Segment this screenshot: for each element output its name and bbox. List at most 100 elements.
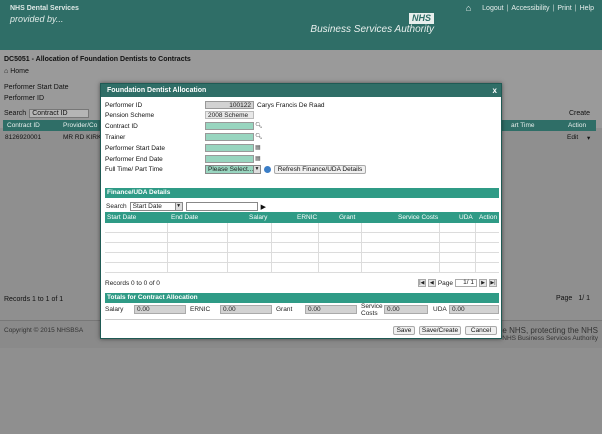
time-select[interactable]: Please Select... ▼	[205, 165, 261, 174]
list-item	[105, 233, 499, 243]
col-start-date[interactable]: Start Date	[107, 214, 136, 221]
next-page-icon[interactable]: ▶	[479, 279, 487, 287]
nav-print[interactable]: Print	[557, 5, 571, 12]
create-link[interactable]: Create	[569, 110, 590, 117]
start-date-input[interactable]	[205, 144, 254, 152]
col-end-date[interactable]: End Date	[171, 214, 198, 221]
list-item	[105, 263, 499, 273]
end-date-input[interactable]	[205, 155, 254, 163]
row-edit-link[interactable]: Edit	[567, 134, 578, 141]
finance-section-title: Finance/UDA Details	[107, 189, 171, 196]
col-uda[interactable]: UDA	[459, 214, 473, 221]
first-page-icon[interactable]: |◀	[417, 279, 426, 287]
search-select[interactable]: Contract ID	[29, 109, 90, 118]
search-icon[interactable]: 🔍︎	[255, 122, 263, 129]
col-action[interactable]: Action	[568, 122, 586, 129]
nhs-logo: NHS	[408, 13, 434, 24]
top-nav: ⌂ Logout | Accessibility | Print | Help	[465, 3, 594, 13]
calendar-icon[interactable]: ▦	[255, 155, 261, 162]
page-search: Search Contract ID	[4, 109, 90, 118]
row-action-dropdown-icon[interactable]: ▾	[587, 134, 590, 142]
finance-grid-header: Start Date End Date Salary ERNIC Grant S…	[105, 212, 499, 223]
performer-start-date-label: Performer Start Date	[4, 84, 69, 91]
finance-search: Search Start Date ▼ ▶	[106, 202, 266, 211]
salary-label: Salary	[105, 306, 124, 313]
page-pager: Page 1/ 1	[556, 295, 590, 302]
nav-accessibility[interactable]: Accessibility	[511, 5, 549, 12]
performer-id-label: Performer ID	[105, 102, 143, 109]
col-salary[interactable]: Salary	[249, 214, 267, 221]
finance-pager: |◀ ◀ Page 1/ 1 ▶ ▶|	[417, 279, 497, 287]
pager-value: 1/ 1	[578, 295, 590, 302]
row-contract-id: 8126920001	[5, 134, 42, 141]
finance-search-label: Search	[106, 203, 127, 210]
prev-page-icon[interactable]: ◀	[427, 279, 436, 287]
refresh-button[interactable]: Refresh Finance/UDA Details	[274, 165, 366, 174]
nav-help[interactable]: Help	[580, 5, 594, 12]
divider	[105, 319, 499, 320]
finance-pager-label: Page	[437, 279, 453, 287]
save-button[interactable]: Save	[393, 326, 415, 335]
last-page-icon[interactable]: ▶|	[489, 279, 497, 287]
finance-search-select-value: Start Date	[132, 203, 162, 210]
col-provider[interactable]: Provider/Co	[63, 122, 97, 129]
ernic-total: 0.00	[220, 305, 272, 314]
performer-id-value: 100122	[205, 101, 254, 109]
service-costs-total: 0.00	[384, 305, 428, 314]
grant-label: Grant	[276, 306, 293, 313]
col-part-time[interactable]: art Time	[511, 122, 534, 129]
finance-search-input[interactable]	[185, 202, 258, 211]
pager-label: Page	[555, 295, 573, 302]
search-icon[interactable]: 🔍︎	[255, 133, 263, 140]
chevron-down-icon: ▼	[174, 203, 182, 210]
info-icon[interactable]	[264, 166, 271, 173]
home-icon[interactable]: ⌂	[466, 3, 471, 13]
start-date-label: Performer Start Date	[105, 145, 165, 152]
contract-id-input[interactable]	[205, 122, 254, 130]
salary-total: 0.00	[134, 305, 186, 314]
finance-records-count: Records 0 to 0 of 0	[105, 280, 160, 287]
finance-pager-value[interactable]: 1/ 1	[455, 279, 477, 287]
breadcrumb[interactable]: ⌂ Home	[4, 68, 29, 75]
list-item	[105, 223, 499, 233]
save-create-button[interactable]: Save/Create	[419, 326, 461, 335]
modal-title-text: Foundation Dentist Allocation	[107, 87, 207, 94]
calendar-icon[interactable]: ▦	[255, 144, 261, 151]
go-arrow-icon[interactable]: ▶	[261, 203, 266, 211]
trainer-input[interactable]	[205, 133, 254, 141]
pension-scheme-value: 2008 Scheme	[205, 111, 254, 119]
site-header: NHS Dental Services provided by... ⌂ Log…	[0, 0, 602, 50]
footer-tagline: the NHS, protecting the NHS	[495, 326, 598, 335]
modal-title: Foundation Dentist Allocation	[101, 84, 501, 97]
col-grant[interactable]: Grant	[339, 214, 355, 221]
breadcrumb-home[interactable]: Home	[10, 68, 29, 75]
trainer-label: Trainer	[105, 134, 126, 141]
footer-tagline-org: NHS Business Services Authority	[502, 335, 598, 342]
finance-section-header: Finance/UDA Details	[105, 188, 499, 198]
totals-section-header: Totals for Contract Allocation	[105, 293, 499, 303]
home-icon: ⌂	[4, 68, 9, 75]
row-provider: MR RD KIRK	[63, 134, 102, 141]
list-item	[105, 253, 499, 263]
pension-scheme-label: Pension Scheme	[105, 112, 155, 119]
brand-subtitle: provided by...	[10, 14, 64, 24]
bsa-name: Business Services Authority	[310, 24, 434, 35]
col-ernic[interactable]: ERNIC	[297, 214, 317, 221]
close-icon[interactable]: x	[493, 86, 497, 95]
end-date-label: Performer End Date	[105, 156, 163, 163]
nav-logout[interactable]: Logout	[482, 5, 503, 12]
col-service-costs[interactable]: Service Costs	[398, 214, 438, 221]
brand-title: NHS Dental Services	[10, 5, 79, 12]
chevron-down-icon: ▼	[253, 166, 260, 173]
allocation-modal: Foundation Dentist Allocation x Performe…	[100, 83, 502, 339]
brand: NHS Dental Services provided by...	[10, 4, 79, 24]
service-costs-label: Service Costs	[361, 303, 383, 317]
finance-search-select[interactable]: Start Date ▼	[129, 202, 183, 211]
performer-name: Carys Francis De Raad	[257, 102, 325, 109]
cancel-button[interactable]: Cancel	[465, 326, 497, 335]
search-label: Search	[4, 110, 27, 117]
col-action[interactable]: Action	[479, 214, 497, 221]
page-title: DC5051 - Allocation of Foundation Dentis…	[4, 56, 191, 63]
totals-section-title: Totals for Contract Allocation	[107, 294, 198, 301]
col-contract-id[interactable]: Contract ID	[7, 122, 40, 129]
